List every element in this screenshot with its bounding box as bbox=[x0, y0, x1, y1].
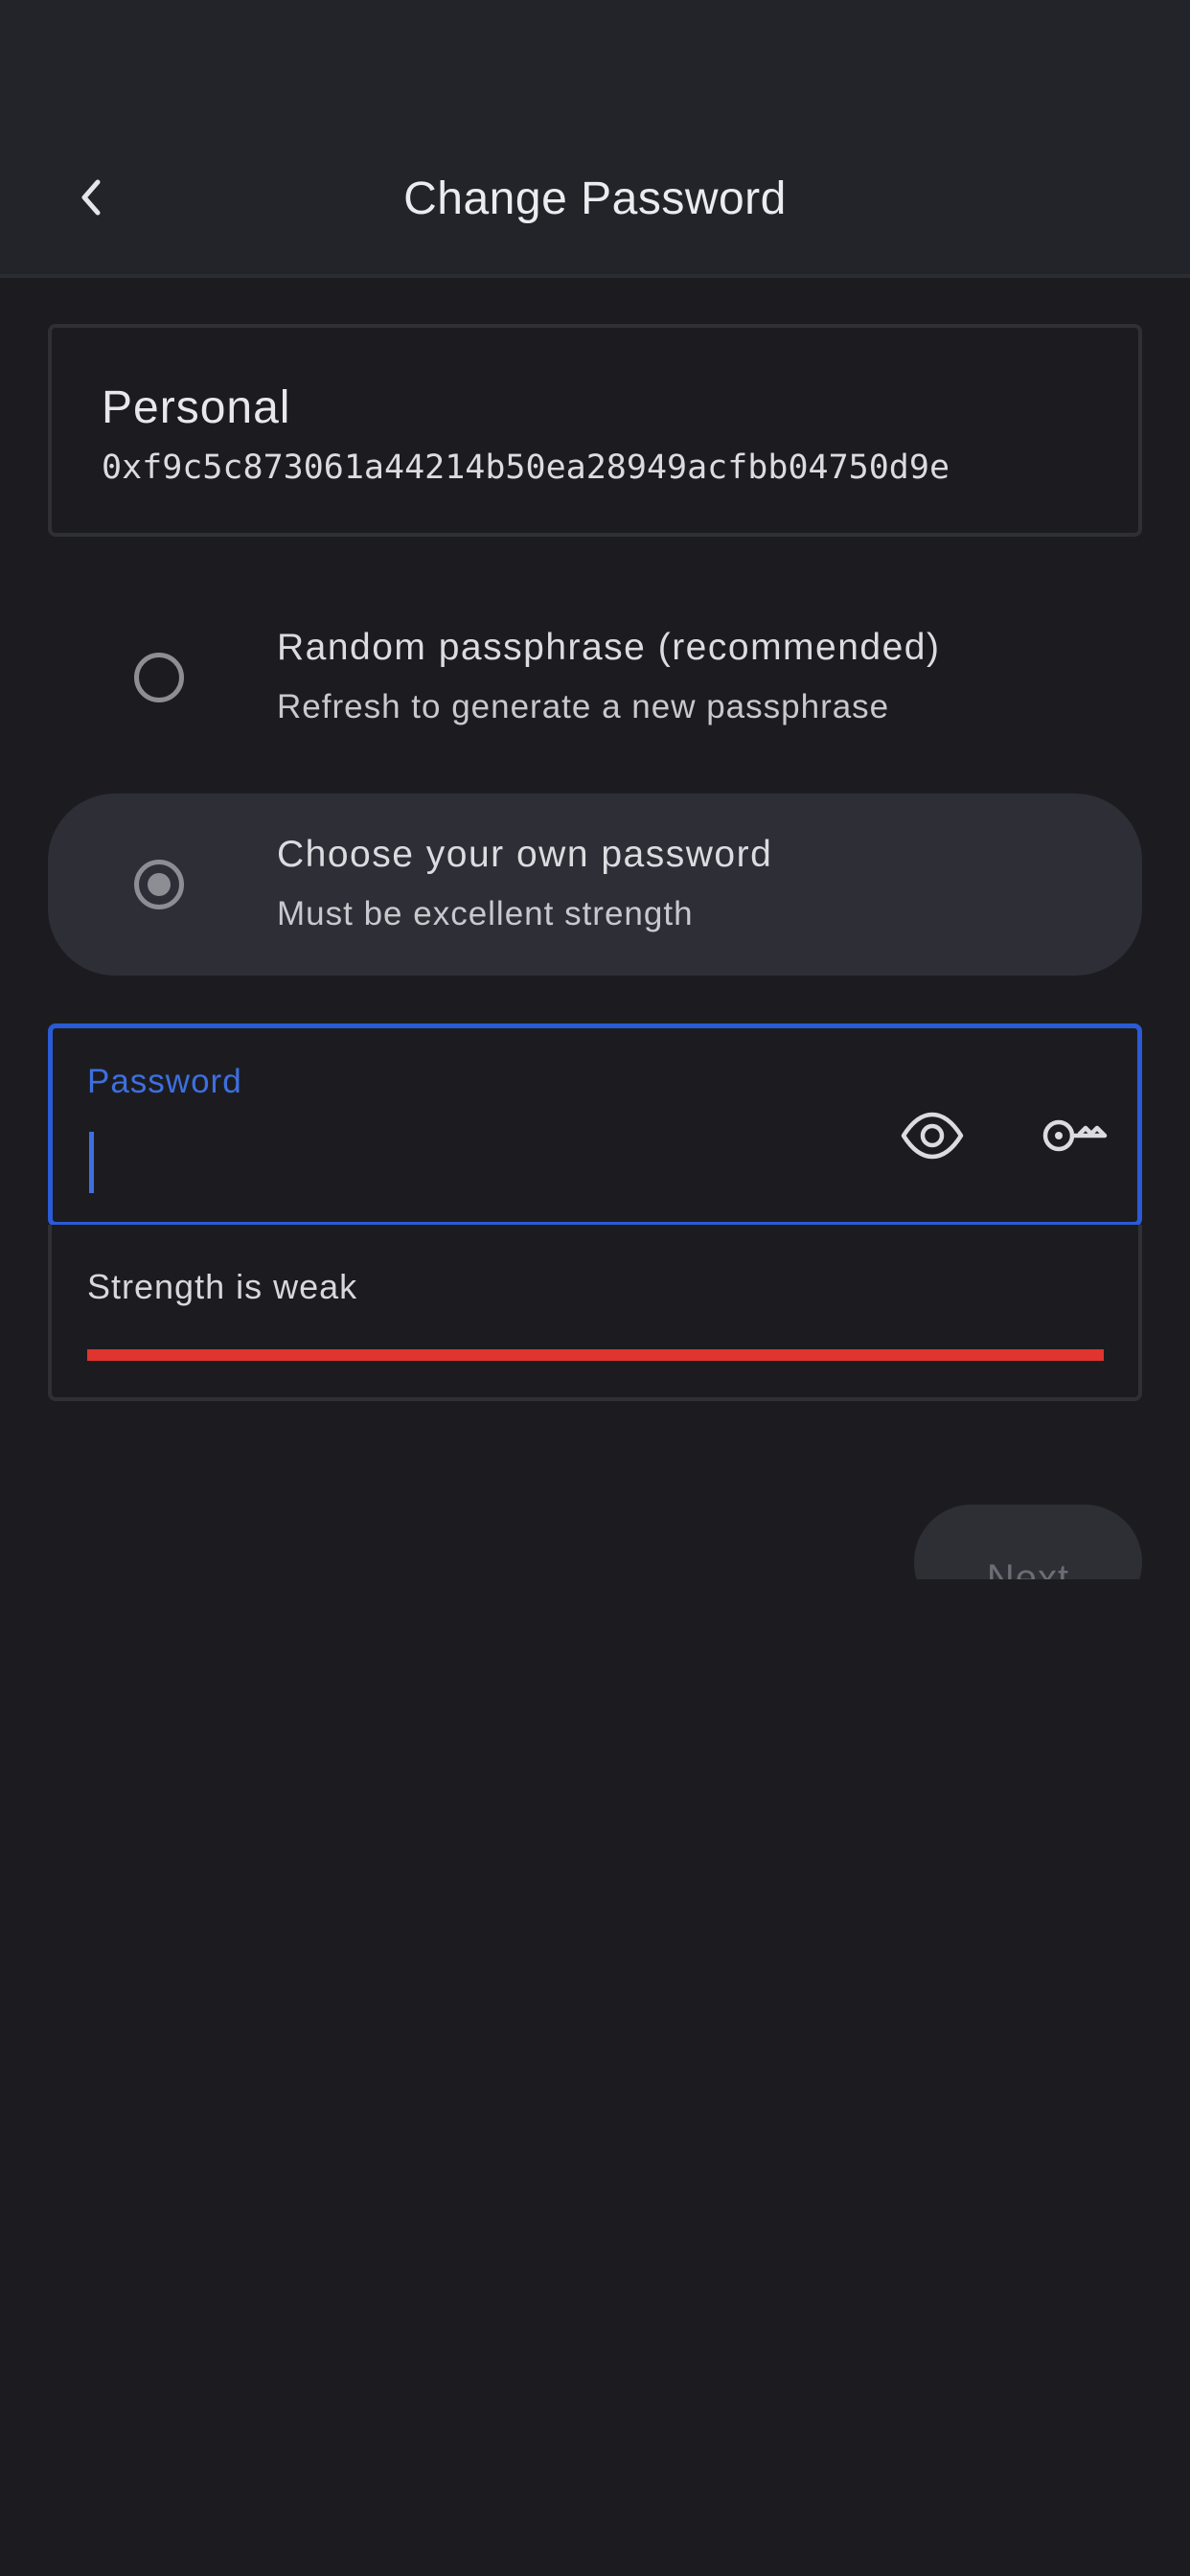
radio-selected[interactable] bbox=[134, 860, 184, 909]
strength-panel: Strength is weak bbox=[48, 1225, 1142, 1401]
top-app-bar: Change Password bbox=[0, 0, 1190, 278]
password-label: Password bbox=[87, 1063, 242, 1100]
radio-dot bbox=[148, 873, 171, 896]
account-address: 0xf9c5c873061a44214b50ea28949acfbb04750d… bbox=[102, 448, 950, 487]
account-name: Personal bbox=[102, 382, 291, 433]
text-caret bbox=[89, 1132, 94, 1193]
key-icon bbox=[1042, 1119, 1108, 1152]
option-title: Random passphrase (recommended) bbox=[277, 627, 941, 668]
next-button-container: Next bbox=[914, 1505, 1142, 1579]
option-own-password[interactable]: Choose your own password Must be excelle… bbox=[48, 794, 1142, 976]
option-subtitle: Must be excellent strength bbox=[277, 895, 694, 932]
next-button[interactable]: Next bbox=[914, 1505, 1142, 1579]
strength-meter-fill bbox=[87, 1349, 1104, 1361]
option-random-passphrase[interactable]: Random passphrase (recommended) Refresh … bbox=[48, 586, 1142, 769]
radio-unselected[interactable] bbox=[134, 653, 184, 702]
account-card: Personal 0xf9c5c873061a44214b50ea28949ac… bbox=[48, 324, 1142, 537]
eye-icon bbox=[901, 1112, 964, 1160]
strength-text: Strength is weak bbox=[87, 1267, 358, 1306]
option-subtitle: Refresh to generate a new passphrase bbox=[277, 688, 890, 725]
generate-password-button[interactable] bbox=[1040, 1101, 1109, 1170]
strength-meter bbox=[87, 1349, 1104, 1361]
show-password-button[interactable] bbox=[898, 1101, 967, 1170]
password-input[interactable] bbox=[87, 1128, 815, 1189]
option-title: Choose your own password bbox=[277, 834, 773, 875]
page-title: Change Password bbox=[403, 173, 787, 224]
password-field[interactable]: Password bbox=[48, 1024, 1142, 1227]
